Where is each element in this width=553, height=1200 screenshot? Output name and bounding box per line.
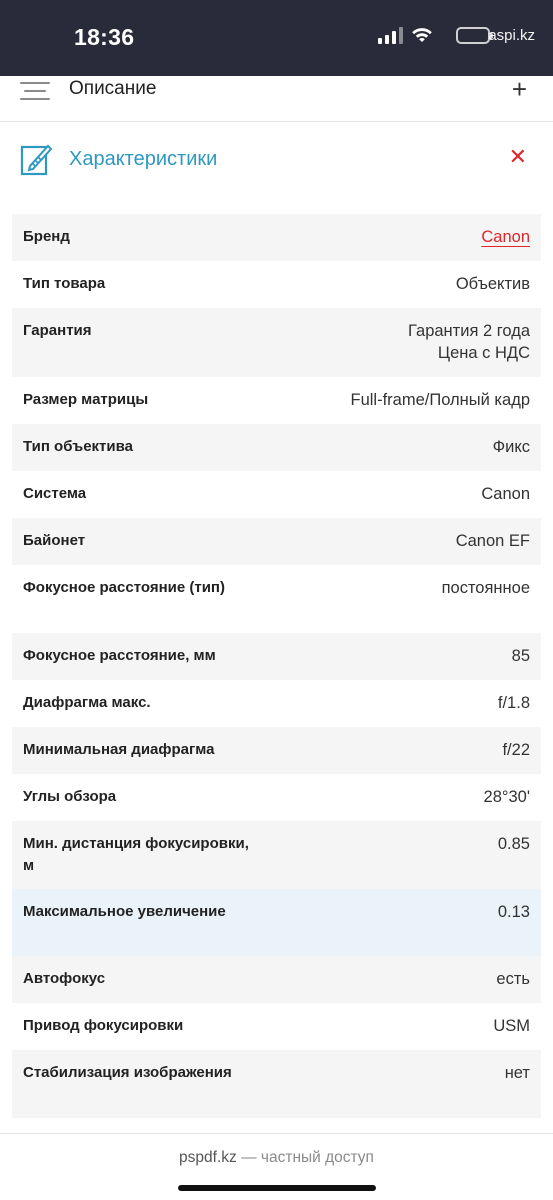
spec-value: 0.85 — [497, 835, 530, 853]
status-icons — [378, 26, 433, 44]
spec-value: USM — [493, 1017, 530, 1035]
spec-value: есть — [496, 970, 530, 988]
spec-value: постоянное — [441, 579, 530, 597]
footer-suffix: — частный доступ — [241, 1149, 374, 1166]
spec-name: Фокусное расстояние (тип) — [23, 579, 225, 596]
spec-row: Байонет Canon EF — [12, 518, 541, 565]
spec-name: Тип объектива — [23, 438, 133, 455]
spec-row: Максимальное увеличение 0.13 — [12, 889, 541, 956]
characteristics-header[interactable]: Характеристики ✕ — [0, 122, 553, 198]
expand-plus-icon[interactable]: + — [512, 74, 527, 105]
spec-name: Фокусное расстояние, мм — [23, 647, 216, 664]
spec-name: Мин. дистанция фокусировки, м — [23, 835, 249, 874]
spec-row: Диафрагма макс. f/1.8 — [12, 680, 541, 727]
spec-value: Фикс — [492, 438, 530, 456]
spec-value: Гарантия 2 года Цена с НДС — [408, 322, 530, 362]
spec-name: Система — [23, 485, 87, 502]
spec-row: Мин. дистанция фокусировки, м 0.85 — [12, 821, 541, 889]
spec-name: Углы обзора — [23, 788, 117, 805]
spec-row: Фокусное расстояние (тип) постоянное — [12, 565, 541, 633]
spec-row: Гарантия Гарантия 2 года Цена с НДС — [12, 308, 541, 377]
spec-row: Тип объектива Фикс — [12, 424, 541, 471]
home-indicator[interactable] — [178, 1185, 376, 1191]
spec-row: Размер матрицы Full-frame/Полный кадр — [12, 377, 541, 424]
spec-row: Тип товара Объектив — [12, 261, 541, 308]
spec-value: f/1.8 — [497, 694, 530, 712]
spec-name: Тип товара — [23, 275, 106, 292]
spec-value: нет — [504, 1064, 530, 1082]
footer-domain[interactable]: pspdf.kz — [179, 1149, 237, 1166]
wifi-icon — [412, 28, 432, 42]
spec-value: 0.13 — [497, 903, 530, 921]
collapse-close-icon[interactable]: ✕ — [509, 144, 527, 170]
spec-value: Объектив — [455, 275, 530, 293]
description-section[interactable]: Описание + — [0, 74, 553, 122]
spec-name: Диафрагма макс. — [23, 694, 151, 711]
spec-row: Система Canon — [12, 471, 541, 518]
spec-value: Canon EF — [455, 532, 530, 550]
spec-row: Минимальная диафрагма f/22 — [12, 727, 541, 774]
spec-value: f/22 — [502, 741, 530, 759]
spec-row: Стабилизация изображения нет — [12, 1050, 541, 1118]
spec-row: Автофокус есть — [12, 956, 541, 1003]
cellular-signal-icon — [378, 26, 403, 44]
spec-name: Минимальная диафрагма — [23, 741, 215, 758]
spec-row: Бренд Canon — [12, 214, 541, 261]
description-title: Описание — [69, 78, 157, 99]
list-menu-icon — [20, 80, 50, 102]
spec-name: Стабилизация изображения — [23, 1064, 232, 1081]
spec-name: Гарантия — [23, 322, 92, 339]
site-badge: aspi.kz — [488, 27, 535, 44]
spec-row: Привод фокусировки USM — [12, 1003, 541, 1050]
spec-name: Бренд — [23, 228, 70, 245]
battery-icon — [456, 27, 493, 44]
spec-value: Canon — [481, 485, 530, 503]
spec-name: Привод фокусировки — [23, 1017, 184, 1034]
footer: pspdf.kz — частный доступ — [0, 1133, 553, 1200]
status-time: 18:36 — [74, 24, 135, 50]
spec-name: Байонет — [23, 532, 86, 549]
brand-link[interactable]: Canon — [481, 226, 530, 261]
spec-value: 85 — [511, 647, 530, 665]
spec-value: 28°30' — [483, 788, 530, 806]
spec-name: Максимальное увеличение — [23, 903, 226, 920]
spec-name: Размер матрицы — [23, 391, 149, 408]
edit-document-icon — [20, 144, 52, 176]
footer-text: pspdf.kz — частный доступ — [0, 1149, 553, 1167]
spec-row: Углы обзора 28°30' — [12, 774, 541, 821]
status-bar: 18:36 aspi.kz — [0, 0, 553, 76]
characteristics-title: Характеристики — [69, 148, 218, 170]
spec-row: Фокусное расстояние, мм 85 — [12, 633, 541, 680]
spec-name: Автофокус — [23, 970, 106, 987]
spec-table: Бренд Canon Тип товара Объектив Гарантия Гара… — [12, 214, 541, 1118]
spec-value: Full-frame/Полный кадр — [350, 391, 530, 409]
